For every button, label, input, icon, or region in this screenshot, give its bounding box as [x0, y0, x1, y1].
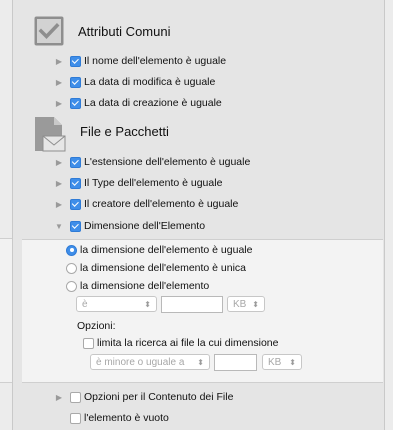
disclosure-triangle-icon[interactable]: ▶	[54, 179, 64, 188]
checkbox[interactable]	[70, 156, 81, 168]
stepper-arrows-icon: ⬍	[144, 299, 151, 309]
disclosure-triangle-icon[interactable]: ▶	[54, 200, 64, 209]
left-column	[0, 0, 13, 430]
checkmark-box-icon	[34, 16, 64, 46]
checkbox[interactable]	[70, 97, 81, 109]
size-unit-popup[interactable]: KB ⬍	[227, 296, 265, 312]
criterion-type[interactable]: ▶ Il Type dell'elemento è uguale	[54, 175, 223, 191]
criterion-label: Opzioni per il Contenuto dei File	[84, 391, 234, 403]
checkbox[interactable]	[70, 177, 81, 189]
criterion-creator[interactable]: ▶ Il creatore dell'elemento è uguale	[54, 196, 238, 212]
disclosure-triangle-icon[interactable]: ▶	[54, 78, 64, 87]
criterion-label: La data di creazione è uguale	[84, 97, 222, 109]
checkbox[interactable]	[70, 391, 81, 403]
criterion-modified-date[interactable]: ▶ La data di modifica è uguale	[54, 74, 215, 90]
options-label: Opzioni:	[77, 320, 116, 332]
criterion-label: Il Type dell'elemento è uguale	[84, 177, 223, 189]
disclosure-triangle-icon[interactable]: ▶	[54, 99, 64, 108]
limit-unit-popup[interactable]: KB ⬍	[262, 354, 302, 370]
radio-label: la dimensione dell'elemento	[80, 280, 210, 292]
popup-value: KB	[268, 356, 282, 368]
limit-comparator-popup[interactable]: è minore o uguale a ⬍	[90, 354, 210, 370]
checkbox[interactable]	[83, 337, 94, 349]
criterion-label: Il creatore dell'elemento è uguale	[84, 198, 239, 210]
size-radio-unique[interactable]: la dimensione dell'elemento è unica	[66, 260, 246, 276]
limit-search-option[interactable]: limita la ricerca ai file la cui dimensi…	[83, 335, 279, 351]
size-radio-custom[interactable]: la dimensione dell'elemento	[66, 278, 209, 294]
criterion-label: La data di modifica è uguale	[84, 76, 216, 88]
popup-value: è	[82, 298, 88, 310]
checkbox[interactable]	[70, 220, 81, 232]
criterion-label: L'estensione dell'elemento è uguale	[84, 156, 251, 168]
radio-button[interactable]	[66, 280, 77, 292]
file-envelope-icon	[35, 117, 66, 152]
section-title-attributi: Attributi Comuni	[78, 24, 171, 39]
limit-value-field[interactable]	[214, 354, 257, 371]
radio-button[interactable]	[66, 262, 77, 274]
stepper-arrows-icon: ⬍	[289, 357, 296, 367]
stepper-arrows-icon: ⬍	[252, 299, 259, 309]
criterion-extension[interactable]: ▶ L'estensione dell'elemento è uguale	[54, 154, 250, 170]
radio-label: la dimensione dell'elemento è uguale	[80, 244, 253, 256]
stepper-arrows-icon: ⬍	[197, 357, 204, 367]
section-title-file: File e Pacchetti	[80, 124, 169, 139]
checkbox[interactable]	[70, 412, 81, 424]
criterion-label: Dimensione dell'Elemento	[84, 220, 206, 232]
popup-value: è minore o uguale a	[96, 356, 185, 368]
size-radio-equal[interactable]: la dimensione dell'elemento è uguale	[66, 242, 252, 258]
checkbox[interactable]	[70, 198, 81, 210]
radio-button[interactable]	[66, 244, 77, 256]
disclosure-triangle-icon[interactable]: ▶	[54, 158, 64, 167]
criterion-label: Il nome dell'elemento è uguale	[84, 55, 227, 67]
disclosure-triangle-icon[interactable]: ▶	[54, 393, 64, 402]
criterion-label: l'elemento è vuoto	[84, 412, 169, 424]
size-value-field[interactable]	[161, 296, 223, 313]
checkbox[interactable]	[70, 55, 81, 67]
criterion-created-date[interactable]: ▶ La data di creazione è uguale	[54, 95, 222, 111]
right-column	[384, 0, 393, 430]
size-comparator-popup[interactable]: è ⬍	[76, 296, 157, 312]
content-options-row[interactable]: ▶ Opzioni per il Contenuto dei File	[54, 389, 234, 405]
radio-label: la dimensione dell'elemento è unica	[80, 262, 247, 274]
disclosure-triangle-icon[interactable]: ▶	[54, 57, 64, 66]
left-column-subpanel	[0, 238, 12, 383]
disclosure-triangle-expanded-icon[interactable]: ▼	[54, 222, 64, 231]
popup-value: KB	[233, 298, 247, 310]
checkbox[interactable]	[70, 76, 81, 88]
criterion-item-name[interactable]: ▶ Il nome dell'elemento è uguale	[54, 53, 226, 69]
criterion-size[interactable]: ▼ Dimensione dell'Elemento	[54, 218, 205, 234]
limit-label: limita la ricerca ai file la cui dimensi…	[97, 337, 279, 349]
empty-item-row[interactable]: l'elemento è vuoto	[70, 410, 169, 426]
